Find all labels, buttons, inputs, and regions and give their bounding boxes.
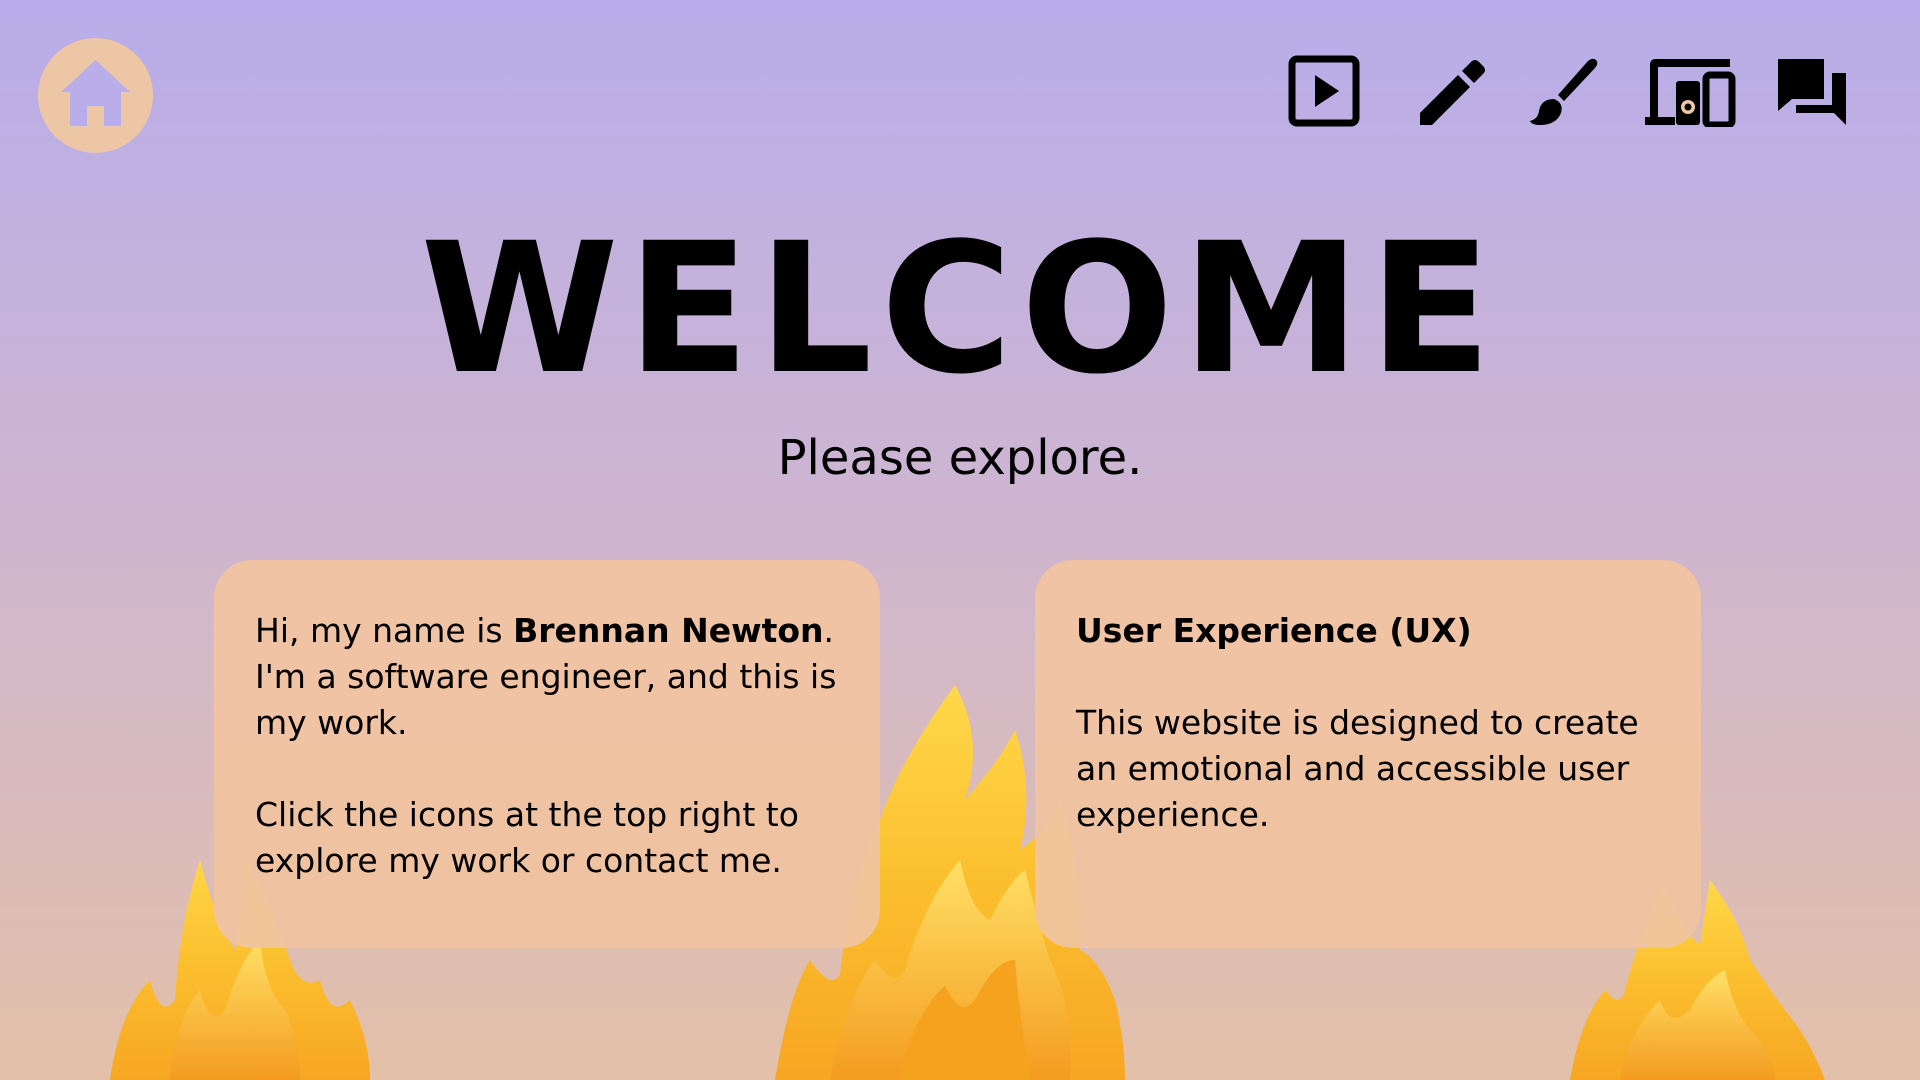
home-icon: [38, 38, 153, 153]
nav-contact-link[interactable]: [1776, 55, 1848, 127]
page-title: WELCOME: [420, 205, 1500, 414]
ux-card: User Experience (UX) This website is des…: [1035, 560, 1701, 948]
ux-card-body: This website is designed to create an em…: [1076, 703, 1639, 834]
intro-instructions: Click the icons at the top right to expl…: [255, 795, 799, 880]
nav-icons: [1288, 48, 1848, 134]
nav-video-link[interactable]: [1288, 55, 1360, 127]
hero: WELCOME Please explore.: [0, 210, 1920, 488]
nav-devices-link[interactable]: [1642, 55, 1736, 127]
pencil-icon: [1420, 60, 1485, 125]
chat-icon: [1778, 59, 1846, 125]
nav-writing-link[interactable]: [1416, 55, 1488, 127]
paintbrush-icon: [1530, 58, 1598, 125]
intro-greeting: Hi, my name is Brennan Newton. I'm a sof…: [255, 608, 840, 746]
play-icon: [1288, 55, 1360, 127]
page-subtitle: Please explore.: [777, 430, 1143, 486]
author-name: Brennan Newton: [513, 611, 824, 650]
home-button[interactable]: [38, 38, 153, 153]
intro-card: Hi, my name is Brennan Newton. I'm a sof…: [214, 560, 880, 948]
ux-card-heading: User Experience (UX): [1076, 611, 1472, 650]
nav-art-link[interactable]: [1528, 55, 1600, 127]
devices-icon: [1645, 59, 1736, 127]
greeting-prefix: Hi, my name is: [255, 611, 514, 650]
